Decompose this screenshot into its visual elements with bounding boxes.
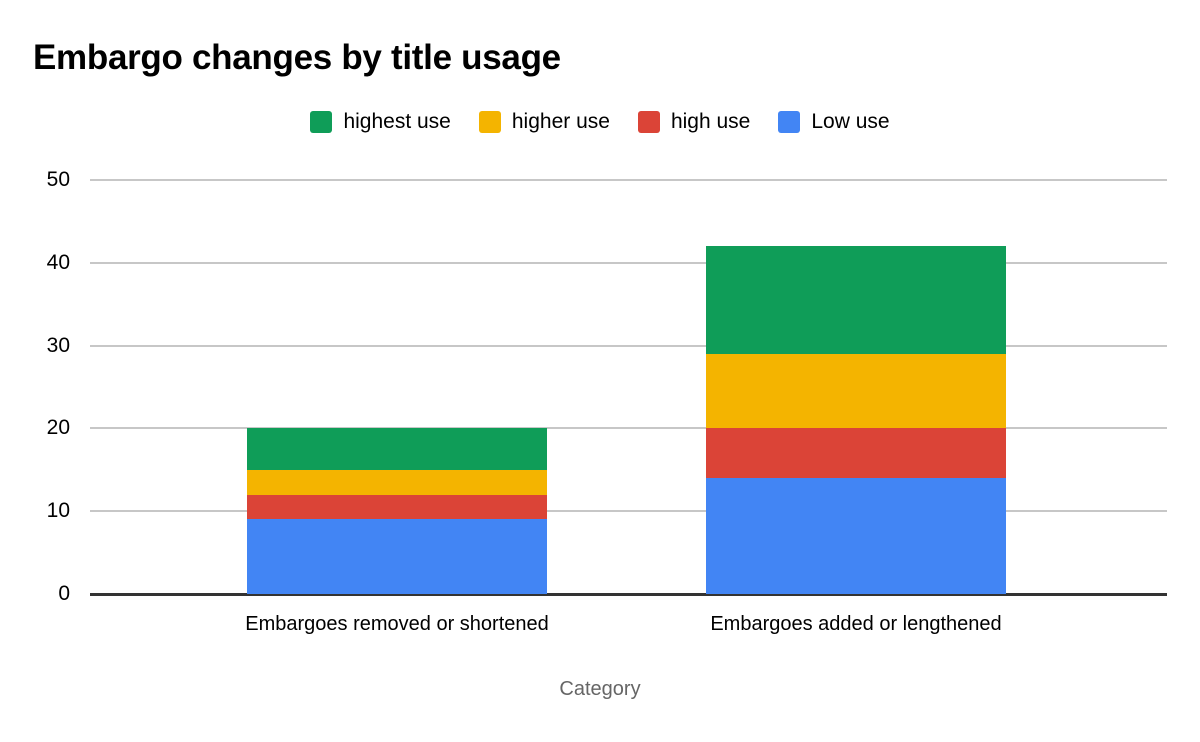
bar-segment[interactable] [706, 428, 1006, 479]
x-axis-title: Category [559, 678, 641, 700]
y-axis-tick-label: 50 [46, 168, 70, 191]
y-axis-tick-label: 20 [46, 416, 70, 440]
bar-segment[interactable] [706, 246, 1006, 354]
bar-segment[interactable] [706, 353, 1006, 429]
y-axis-tick-label: 40 [46, 250, 70, 274]
chart-container: Embargo changes by title usage highest u… [0, 0, 1200, 742]
x-axis-label: Embargoes removed or shortened [245, 613, 549, 635]
x-axis-label: Embargoes added or lengthened [710, 613, 1002, 635]
bar-segment[interactable] [247, 469, 547, 495]
bar-segment[interactable] [247, 494, 547, 520]
y-axis-tick-label: 30 [46, 333, 70, 357]
y-axis-tick-label: 10 [46, 499, 70, 523]
stacked-bar[interactable] [706, 246, 1006, 594]
y-axis-tick-label: 0 [58, 582, 70, 605]
bar-segment[interactable] [247, 428, 547, 470]
gridline [90, 179, 1167, 181]
stacked-bar[interactable] [247, 428, 547, 594]
plot-area: 50 40 30 20 10 0 Embargoes removed or shorten… [0, 0, 1200, 742]
bar-segment[interactable] [247, 519, 547, 594]
bar-segment[interactable] [706, 478, 1006, 594]
